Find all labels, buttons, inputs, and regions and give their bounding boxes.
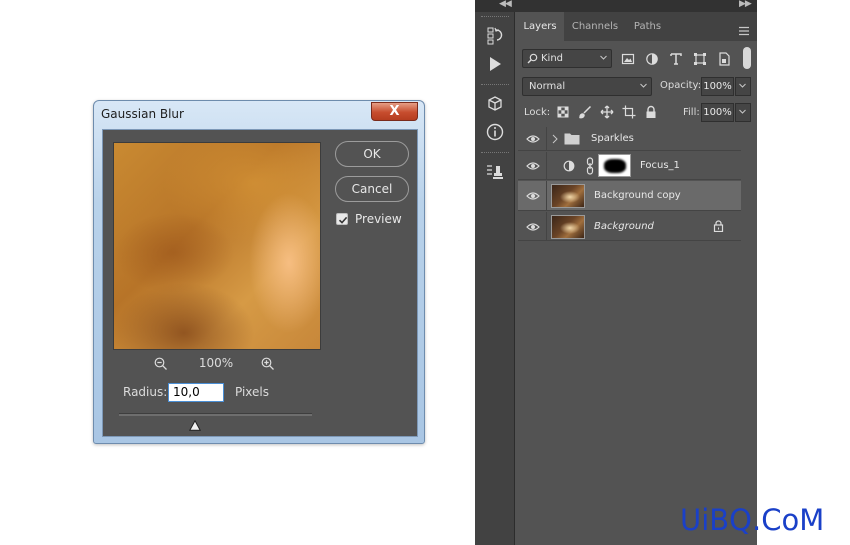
toolstrip-grip[interactable] (481, 16, 509, 18)
smart-object-filter-icon[interactable] (717, 51, 731, 66)
chevron-right-icon[interactable] (552, 134, 558, 144)
ok-button[interactable]: OK (335, 141, 409, 167)
visibility-eye-icon[interactable] (526, 161, 540, 171)
toolstrip-grip[interactable] (481, 152, 509, 154)
chevron-down-icon (739, 83, 746, 88)
filter-toggle-switch[interactable] (743, 47, 751, 69)
layer-thumbnail[interactable] (551, 215, 585, 239)
opacity-input[interactable]: 100% (701, 77, 734, 96)
adjustment-layer-filter-icon[interactable] (645, 51, 659, 65)
lock-icon[interactable] (713, 220, 724, 232)
filter-kind-select[interactable]: Kind (522, 49, 612, 68)
layer-name: Focus_1 (640, 160, 680, 171)
lock-position-icon[interactable] (600, 104, 614, 119)
panel-top-bar: ◀◀ ▶▶ (475, 0, 757, 12)
watermark-logo: UiBQ.CoM (680, 503, 825, 537)
tab-channels[interactable]: Channels (565, 12, 625, 41)
cancel-button[interactable]: Cancel (335, 176, 409, 202)
visibility-eye-icon[interactable] (526, 134, 540, 144)
link-chain-icon[interactable] (586, 157, 594, 175)
blend-mode-value: Normal (529, 81, 566, 92)
search-icon (527, 53, 538, 64)
zoom-level: 100% (198, 356, 234, 370)
visibility-eye-icon[interactable] (526, 191, 540, 201)
close-button[interactable]: X (371, 102, 418, 121)
layer-row-sparkles[interactable]: Sparkles (518, 127, 741, 151)
collapse-right-icon[interactable]: ▶▶ (739, 0, 752, 9)
tab-layers[interactable]: Layers (516, 12, 564, 41)
fill-dropdown[interactable] (735, 103, 751, 122)
fill-label: Fill: (683, 107, 700, 118)
chevron-down-icon (640, 83, 647, 88)
opacity-dropdown[interactable] (735, 77, 751, 96)
opacity-label: Opacity: (660, 80, 702, 91)
dialog-title: Gaussian Blur (101, 107, 184, 121)
tab-paths[interactable]: Paths (625, 12, 670, 41)
layers-panel-dock: ◀◀ ▶▶ Layers Channels Paths Kind Normal … (475, 0, 757, 545)
3d-cube-icon[interactable] (485, 94, 505, 114)
filter-kind-value: Kind (541, 53, 564, 64)
toolstrip-grip[interactable] (481, 84, 509, 86)
units-label: Pixels (235, 385, 270, 399)
type-layer-filter-icon[interactable] (669, 51, 683, 65)
shape-layer-filter-icon[interactable] (693, 51, 707, 65)
row-separator (546, 152, 547, 179)
chevron-down-icon (739, 109, 746, 114)
folder-icon (564, 133, 580, 145)
radius-input[interactable]: 10,0 (168, 383, 224, 402)
gaussian-blur-dialog: Gaussian Blur X OK Cancel Preview 100% R… (93, 100, 425, 444)
artboard-lock-icon[interactable] (622, 104, 636, 119)
row-separator (546, 181, 547, 210)
layer-mask-thumbnail[interactable] (598, 154, 631, 177)
panel-toolstrip (475, 12, 515, 545)
fill-input[interactable]: 100% (701, 103, 734, 122)
blend-mode-select[interactable]: Normal (522, 77, 652, 96)
preview-checkbox[interactable] (336, 213, 348, 225)
history-icon[interactable] (485, 26, 505, 46)
lock-all-icon[interactable] (644, 104, 658, 118)
visibility-eye-icon[interactable] (526, 222, 540, 232)
layer-row-background[interactable]: Background (518, 212, 741, 241)
layer-name: Background (594, 221, 654, 232)
layer-row-background-copy[interactable]: Background copy (518, 181, 741, 211)
pixel-layer-filter-icon[interactable] (621, 51, 635, 65)
row-separator (546, 212, 547, 240)
lock-transparent-pixels-icon[interactable] (556, 104, 570, 118)
chevron-down-icon (600, 55, 607, 60)
layer-row-focus-1[interactable]: Focus_1 (518, 152, 741, 180)
lock-image-pixels-icon[interactable] (578, 104, 592, 119)
lock-label: Lock: (524, 107, 551, 118)
layer-name: Background copy (594, 190, 681, 201)
radius-slider-thumb[interactable] (188, 416, 202, 431)
zoom-in-icon[interactable] (261, 356, 275, 370)
preview-label: Preview (355, 212, 402, 226)
row-separator (546, 127, 547, 150)
layer-name: Sparkles (591, 133, 634, 144)
adjustment-layer-icon (563, 160, 575, 172)
panel-tab-bar: Layers Channels Paths (516, 12, 757, 41)
radius-slider-track[interactable] (119, 413, 312, 416)
zoom-out-icon[interactable] (154, 356, 168, 370)
play-actions-icon[interactable] (485, 54, 505, 74)
panel-menu-icon[interactable] (738, 21, 750, 36)
checkmark-icon (338, 216, 348, 224)
layer-thumbnail[interactable] (551, 184, 585, 208)
dialog-body: OK Cancel Preview 100% Radius: 10,0 Pixe… (102, 129, 418, 437)
radius-label: Radius: (123, 385, 168, 399)
blur-preview-image[interactable] (113, 142, 321, 350)
tool-presets-icon[interactable] (485, 162, 505, 182)
layers-list: Sparkles Focus_1 Background copy Backgro… (518, 127, 741, 241)
collapse-left-icon[interactable]: ◀◀ (499, 0, 512, 9)
info-icon[interactable] (485, 122, 505, 142)
